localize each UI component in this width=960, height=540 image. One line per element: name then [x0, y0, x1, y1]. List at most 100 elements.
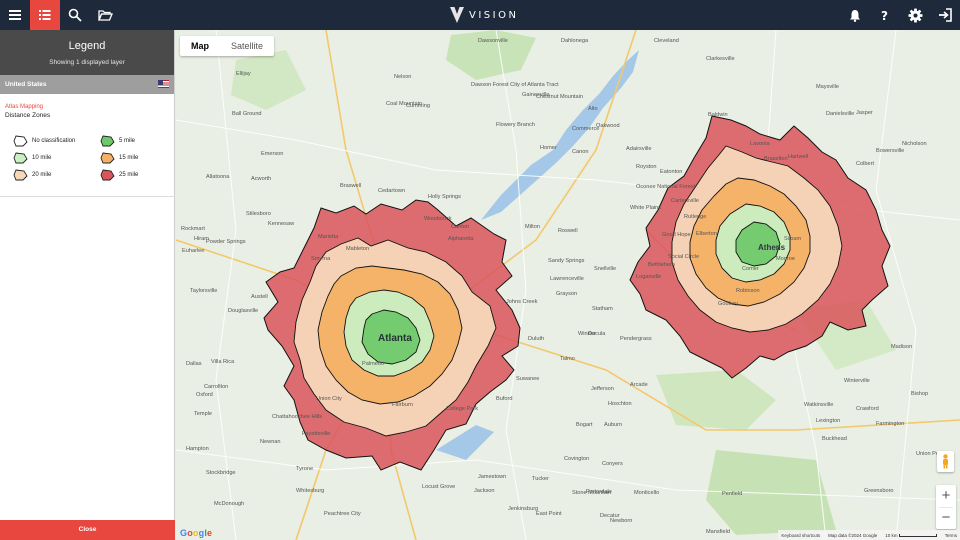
town-label: Roswell — [558, 228, 578, 234]
town-label: Arcade — [630, 382, 648, 388]
town-label: Auburn — [604, 422, 622, 428]
town-label: Penfield — [722, 491, 742, 497]
town-label: Nelson — [394, 74, 411, 80]
town-label: Smyrna — [311, 256, 331, 262]
town-label: Temple — [194, 411, 212, 417]
zone-swatch-icon — [13, 135, 28, 147]
help-button[interactable]: ? — [870, 0, 900, 30]
zone-swatch-icon — [100, 169, 115, 181]
zone-swatch-icon — [100, 152, 115, 164]
town-label: Conyers — [602, 461, 623, 467]
legend-items: No classification 5 mile 10 mile 15 mile 20 … — [5, 135, 169, 181]
town-label: Jenkinsburg — [508, 506, 538, 512]
search-icon — [68, 8, 82, 22]
town-label: Covington — [564, 456, 589, 462]
town-label: Cedartown — [378, 188, 405, 194]
town-label: Lawrenceville — [550, 276, 584, 282]
town-label: Suwanee — [516, 376, 539, 382]
open-folder-button[interactable] — [90, 0, 120, 30]
search-button[interactable] — [60, 0, 90, 30]
town-label: Siloam — [784, 236, 801, 242]
legend-item-label: 15 mile — [119, 155, 139, 161]
town-label: Taylorsville — [190, 288, 217, 294]
town-label: Cumming — [406, 103, 430, 109]
logout-icon — [939, 8, 952, 22]
atlanta-label: Atlanta — [378, 333, 412, 344]
zoom-in-button[interactable]: + — [936, 485, 956, 507]
legend-button[interactable] — [30, 0, 60, 30]
town-label: Kennesaw — [268, 221, 295, 227]
menu-button[interactable] — [0, 0, 30, 30]
town-label: Crawford — [856, 406, 879, 412]
town-label: Monroe — [776, 256, 795, 262]
town-label: Ball Ground — [232, 111, 262, 117]
terms-link[interactable]: Terms — [945, 533, 957, 538]
map-type-map-button[interactable]: Map — [180, 36, 220, 56]
town-label: Jamestown — [478, 474, 506, 480]
town-label: Pendergrass — [620, 336, 652, 342]
town-label: Buckhead — [822, 436, 847, 442]
notifications-button[interactable] — [840, 0, 870, 30]
town-label: Snellville — [594, 266, 616, 272]
town-label: Eatonton — [660, 169, 682, 175]
legend-item: 5 mile — [100, 135, 180, 147]
legend-item: 20 mile — [13, 169, 100, 181]
town-label: Canon — [572, 149, 588, 155]
town-label: Powder Springs — [206, 239, 246, 245]
town-label: Carrollton — [204, 384, 228, 390]
town-label: Dahlonega — [561, 38, 589, 44]
map-canvas[interactable]: Dawsonville Dahlonega Cleveland Clarkesvill… — [176, 30, 960, 540]
town-label: Rutledge — [684, 214, 706, 220]
town-label: Peachtree City — [324, 511, 361, 517]
country-header[interactable]: United States — [0, 75, 174, 94]
zoom-out-button[interactable]: − — [936, 507, 956, 529]
street-view-button[interactable] — [937, 451, 954, 472]
close-button[interactable]: Close — [0, 520, 175, 540]
town-label: Winder — [578, 331, 596, 337]
town-label: Good Hope — [662, 232, 691, 238]
town-label: Danielsville — [826, 111, 854, 117]
map-view[interactable]: Dawsonville Dahlonega Cleveland Clarkesvill… — [176, 30, 960, 540]
town-label: Woodstock — [424, 216, 452, 222]
athens-label: Athens — [758, 243, 786, 252]
settings-icon — [907, 7, 923, 23]
town-label: Lexington — [816, 418, 840, 424]
legend-title: Legend — [68, 40, 106, 52]
town-label: Johns Creek — [506, 299, 538, 305]
town-label: Godfrey — [718, 301, 738, 307]
pegman-icon — [943, 454, 948, 469]
keyboard-shortcuts-link[interactable]: Keyboard shortcuts — [781, 533, 820, 538]
town-label: Porterdale — [586, 489, 612, 495]
town-label: Commerce — [572, 126, 599, 132]
town-label: Elberton — [696, 231, 717, 237]
group-link[interactable]: Atlas Mapping — [5, 104, 169, 110]
town-label: Cartersville — [671, 198, 699, 204]
help-icon: ? — [881, 9, 888, 22]
map-type-satellite-button[interactable]: Satellite — [220, 36, 274, 56]
town-label: Allatoona — [206, 174, 230, 180]
town-label: Bishop — [911, 391, 928, 397]
zone-swatch-icon — [13, 152, 28, 164]
town-label: Marietta — [318, 234, 339, 240]
town-label: Talmo — [560, 356, 575, 362]
town-label: Mableton — [346, 246, 369, 252]
town-label: Bogart — [576, 422, 593, 428]
vision-logo-icon — [450, 7, 464, 23]
zone-swatch-icon — [100, 135, 115, 147]
town-label: Jasper — [856, 110, 873, 116]
zoom-control: + − — [936, 485, 956, 529]
town-label: Winterville — [844, 378, 870, 384]
town-label: Mansfield — [706, 529, 730, 535]
logout-button[interactable] — [930, 0, 960, 30]
settings-button[interactable] — [900, 0, 930, 30]
zone-swatch-icon — [13, 169, 28, 181]
town-label: Braselton — [764, 156, 788, 162]
town-label: Baldwin — [708, 112, 728, 118]
town-label: Palmetto — [362, 361, 384, 367]
town-label: Madison — [891, 344, 912, 350]
zoom-divider — [939, 507, 953, 508]
town-label: Maysville — [816, 84, 839, 90]
town-label: Ellijay — [236, 71, 251, 77]
town-label: Nicholson — [902, 141, 927, 147]
town-label: Tyrone — [296, 466, 313, 472]
